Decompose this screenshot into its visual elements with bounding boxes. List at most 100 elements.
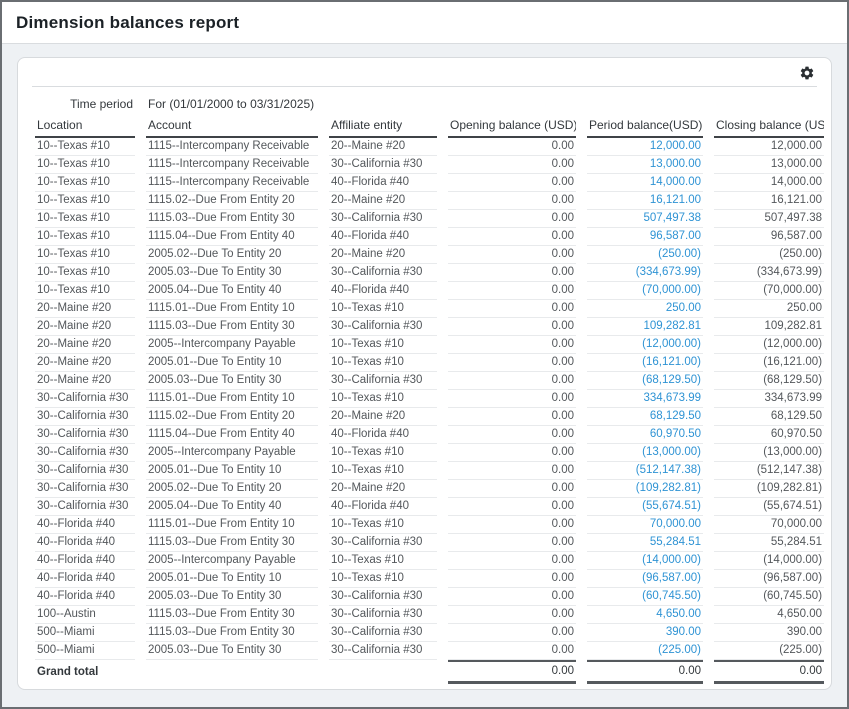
account-cell: 1115.03--Due From Entity 30: [146, 606, 318, 624]
table-row: 10--Texas #102005.03--Due To Entity 3030…: [35, 264, 824, 282]
closing-balance-cell: 68,129.50: [714, 408, 824, 426]
affiliate-entity-cell: 10--Texas #10: [329, 516, 437, 534]
period-balance-link[interactable]: (96,587.00): [587, 570, 703, 588]
table-row: 10--Texas #101115.02--Due From Entity 20…: [35, 192, 824, 210]
affiliate-entity-cell: 20--Maine #20: [329, 408, 437, 426]
closing-balance-cell: 96,587.00: [714, 228, 824, 246]
opening-balance-cell: 0.00: [448, 480, 576, 498]
location-cell: 10--Texas #10: [35, 282, 135, 300]
period-balance-link[interactable]: 68,129.50: [587, 408, 703, 426]
period-balance-link[interactable]: 507,497.38: [587, 210, 703, 228]
location-cell: 10--Texas #10: [35, 138, 135, 156]
period-balance-link[interactable]: 70,000.00: [587, 516, 703, 534]
period-balance-link[interactable]: (109,282.81): [587, 480, 703, 498]
period-balance-link[interactable]: 390.00: [587, 624, 703, 642]
account-cell: 2005.01--Due To Entity 10: [146, 462, 318, 480]
period-balance-link[interactable]: 4,650.00: [587, 606, 703, 624]
closing-balance-cell: (68,129.50): [714, 372, 824, 390]
period-balance-link[interactable]: 334,673.99: [587, 390, 703, 408]
table-row: 10--Texas #101115.04--Due From Entity 40…: [35, 228, 824, 246]
period-balance-link[interactable]: (55,674.51): [587, 498, 703, 516]
opening-balance-cell: 0.00: [448, 282, 576, 300]
affiliate-entity-cell: 10--Texas #10: [329, 570, 437, 588]
period-balance-link[interactable]: (70,000.00): [587, 282, 703, 300]
opening-balance-cell: 0.00: [448, 426, 576, 444]
location-cell: 500--Miami: [35, 642, 135, 660]
location-cell: 30--California #30: [35, 480, 135, 498]
period-balance-link[interactable]: 14,000.00: [587, 174, 703, 192]
grand-total-opening-balance: 0.00: [448, 660, 576, 684]
opening-balance-cell: 0.00: [448, 210, 576, 228]
location-cell: 20--Maine #20: [35, 372, 135, 390]
location-cell: 30--California #30: [35, 498, 135, 516]
affiliate-entity-cell: 30--California #30: [329, 156, 437, 174]
period-balance-link[interactable]: 16,121.00: [587, 192, 703, 210]
closing-balance-cell: (55,674.51): [714, 498, 824, 516]
table-row: 30--California #301115.01--Due From Enti…: [35, 390, 824, 408]
location-cell: 10--Texas #10: [35, 210, 135, 228]
location-cell: 40--Florida #40: [35, 552, 135, 570]
opening-balance-cell: 0.00: [448, 606, 576, 624]
closing-balance-cell: 109,282.81: [714, 318, 824, 336]
affiliate-entity-cell: 20--Maine #20: [329, 138, 437, 156]
affiliate-entity-cell: 30--California #30: [329, 534, 437, 552]
closing-balance-cell: (12,000.00): [714, 336, 824, 354]
gear-icon[interactable]: [799, 65, 815, 81]
closing-balance-cell: (60,745.50): [714, 588, 824, 606]
table-row: 10--Texas #102005.02--Due To Entity 2020…: [35, 246, 824, 264]
affiliate-entity-cell: 10--Texas #10: [329, 552, 437, 570]
period-balance-link[interactable]: 55,284.51: [587, 534, 703, 552]
account-cell: 2005.01--Due To Entity 10: [146, 570, 318, 588]
location-cell: 30--California #30: [35, 390, 135, 408]
closing-balance-cell: 60,970.50: [714, 426, 824, 444]
period-balance-link[interactable]: 250.00: [587, 300, 703, 318]
period-balance-link[interactable]: 13,000.00: [587, 156, 703, 174]
affiliate-entity-cell: 30--California #30: [329, 606, 437, 624]
affiliate-entity-cell: 30--California #30: [329, 588, 437, 606]
period-balance-link[interactable]: 12,000.00: [587, 138, 703, 156]
account-cell: 1115--Intercompany Receivable: [146, 138, 318, 156]
table-row: 30--California #302005--Intercompany Pay…: [35, 444, 824, 462]
period-balance-link[interactable]: 96,587.00: [587, 228, 703, 246]
affiliate-entity-cell: 20--Maine #20: [329, 192, 437, 210]
period-balance-link[interactable]: 60,970.50: [587, 426, 703, 444]
opening-balance-cell: 0.00: [448, 138, 576, 156]
period-balance-link[interactable]: (14,000.00): [587, 552, 703, 570]
affiliate-entity-cell: 40--Florida #40: [329, 282, 437, 300]
period-balance-link[interactable]: (68,129.50): [587, 372, 703, 390]
account-cell: 2005.03--Due To Entity 30: [146, 372, 318, 390]
period-balance-link[interactable]: (225.00): [587, 642, 703, 660]
opening-balance-cell: 0.00: [448, 300, 576, 318]
period-balance-link[interactable]: 109,282.81: [587, 318, 703, 336]
period-balance-link[interactable]: (16,121.00): [587, 354, 703, 372]
table-row: 10--Texas #10 1115--Intercompany Receivab…: [35, 138, 824, 156]
opening-balance-cell: 0.00: [448, 372, 576, 390]
column-header-period-balance: Period balance(USD): [587, 116, 703, 138]
closing-balance-cell: (109,282.81): [714, 480, 824, 498]
account-cell: 1115.02--Due From Entity 20: [146, 192, 318, 210]
period-balance-link[interactable]: (13,000.00): [587, 444, 703, 462]
location-cell: 30--California #30: [35, 426, 135, 444]
closing-balance-cell: 507,497.38: [714, 210, 824, 228]
opening-balance-cell: 0.00: [448, 408, 576, 426]
period-balance-link[interactable]: (250.00): [587, 246, 703, 264]
opening-balance-cell: 0.00: [448, 498, 576, 516]
location-cell: 10--Texas #10: [35, 174, 135, 192]
grand-total-spacer: [146, 660, 318, 684]
period-balance-link[interactable]: (12,000.00): [587, 336, 703, 354]
period-balance-link[interactable]: (334,673.99): [587, 264, 703, 282]
account-cell: 2005--Intercompany Payable: [146, 444, 318, 462]
grand-total-spacer: [329, 660, 437, 684]
period-balance-link[interactable]: (60,745.50): [587, 588, 703, 606]
location-cell: 40--Florida #40: [35, 588, 135, 606]
period-balance-link[interactable]: (512,147.38): [587, 462, 703, 480]
table-row: 20--Maine #201115.01--Due From Entity 10…: [35, 300, 824, 318]
account-cell: 2005.01--Due To Entity 10: [146, 354, 318, 372]
affiliate-entity-cell: 20--Maine #20: [329, 246, 437, 264]
affiliate-entity-cell: 10--Texas #10: [329, 444, 437, 462]
location-cell: 20--Maine #20: [35, 354, 135, 372]
table-row: 10--Texas #101115--Intercompany Receivab…: [35, 174, 824, 192]
column-header-account: Account: [146, 116, 318, 138]
closing-balance-cell: (96,587.00): [714, 570, 824, 588]
closing-balance-cell: 334,673.99: [714, 390, 824, 408]
